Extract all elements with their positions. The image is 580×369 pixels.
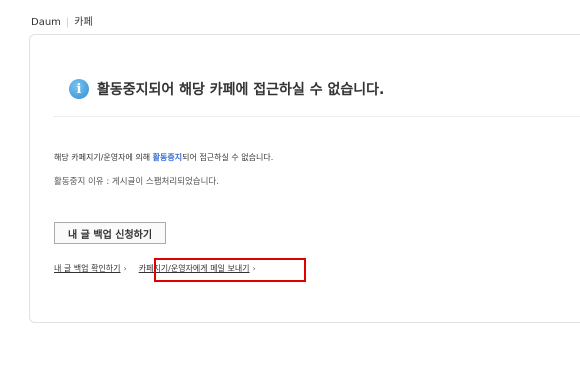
divider — [53, 116, 580, 117]
reason-suffix: 되어 접근하실 수 없습니다. — [182, 153, 274, 162]
breadcrumb-separator: | — [65, 17, 70, 28]
info-icon: i — [69, 79, 89, 99]
reason-text: 해당 카페지기/운영자에 의해 활동중지되어 접근하실 수 없습니다. — [54, 152, 273, 163]
breadcrumb: Daum | 카페 — [31, 13, 93, 28]
cafe-link[interactable]: 카페 — [74, 17, 92, 28]
notice-title: 활동중지되어 해당 카페에 접근하실 수 없습니다. — [97, 82, 385, 98]
daum-logo-link[interactable]: Daum — [31, 17, 61, 28]
notice-header: i 활동중지되어 해당 카페에 접근하실 수 없습니다. — [69, 79, 384, 99]
backup-request-button[interactable]: 내 글 백업 신청하기 — [54, 222, 167, 244]
reason-prefix: 해당 카페지기/운영자에 의해 — [54, 153, 153, 162]
reason-detail: 활동중지 이유 : 게시글이 스팸처리되었습니다. — [54, 177, 219, 187]
notice-card: i 활동중지되어 해당 카페에 접근하실 수 없습니다. 해당 카페지기/운영자… — [29, 34, 580, 323]
check-backup-link[interactable]: 내 글 백업 확인하기 — [54, 264, 121, 273]
highlight-annotation-box — [154, 258, 306, 282]
arrow-icon: › — [123, 264, 127, 273]
reason-highlight: 활동중지 — [152, 153, 183, 162]
